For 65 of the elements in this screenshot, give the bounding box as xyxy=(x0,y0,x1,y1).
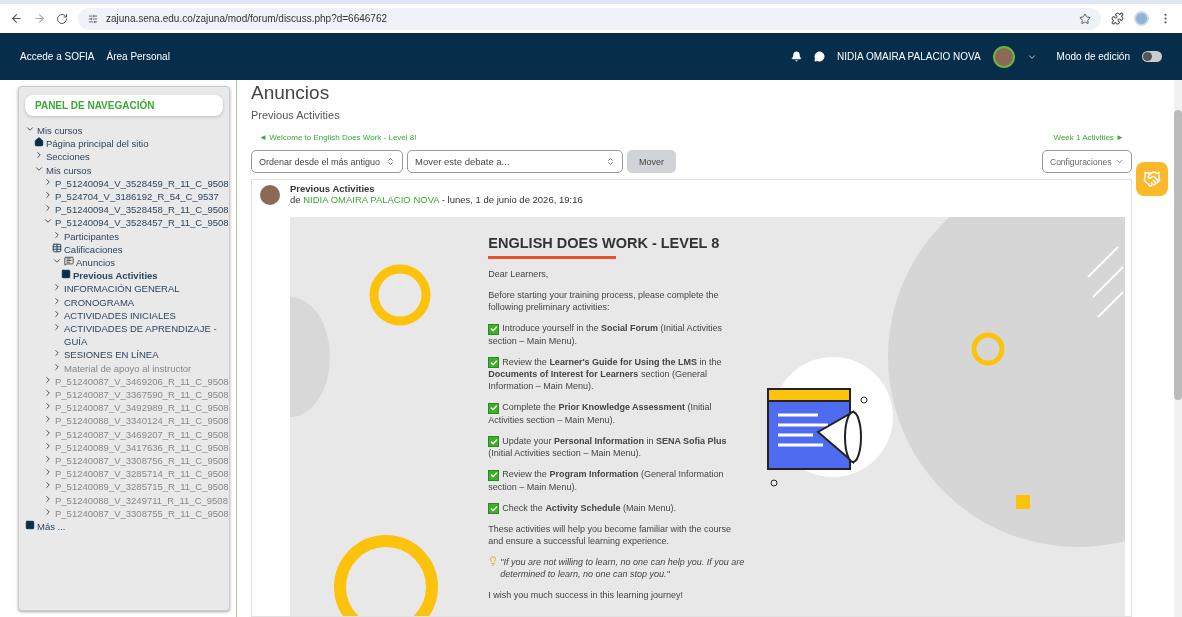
address-bar[interactable]: zajuna.sena.edu.co/zajuna/mod/forum/discuss.php?d=6646762 xyxy=(78,7,1101,30)
nav-link[interactable]: Área Personal xyxy=(106,51,170,62)
banner-heading: ENGLISH DOES WORK - LEVEL 8 xyxy=(488,237,721,249)
home-icon xyxy=(34,137,44,148)
user-name[interactable]: NIDIA OMAIRA PALACIO NOVA xyxy=(837,51,981,62)
puzzle-icon[interactable] xyxy=(1111,12,1124,25)
tree-item[interactable]: P_51240094_V_3528459_R_11_C_9508 xyxy=(55,176,229,190)
user-avatar xyxy=(992,45,1015,68)
tree-item[interactable]: P_524704_V_3186192_R_54_C_9537 xyxy=(55,190,219,204)
edit-mode-toggle[interactable] xyxy=(1142,51,1162,62)
chevron-down-icon xyxy=(1115,157,1124,166)
author-avatar xyxy=(258,183,282,207)
updown-icon xyxy=(386,157,395,166)
square-icon xyxy=(25,520,35,531)
updown-icon xyxy=(606,157,615,166)
closing-text: These activities will help you become familiar with the course and ensure a successful learning experience. xyxy=(488,523,732,547)
move-select[interactable]: Mover este debate a... xyxy=(407,150,623,173)
sort-select[interactable]: Ordenar desde el más antiguo xyxy=(251,150,403,173)
reload-icon[interactable] xyxy=(56,12,68,25)
tree-item[interactable]: INFORMACIÓN GENERAL xyxy=(64,282,180,296)
checklist-item: Update your Personal Information in SENA Sofia Plus (Initial Activities section – Main Menu). xyxy=(488,434,728,459)
handshake-icon xyxy=(1143,170,1161,188)
scrollbar-thumb[interactable] xyxy=(1174,110,1182,400)
tree-item[interactable]: CRONOGRAMA xyxy=(64,295,135,309)
tree-item[interactable]: Secciones xyxy=(46,150,90,164)
chat-icon[interactable] xyxy=(814,51,826,62)
back-icon[interactable] xyxy=(10,12,23,25)
lightbulb-icon xyxy=(488,556,499,566)
settings-dropdown[interactable]: Configuraciones xyxy=(1042,150,1132,173)
tree-item[interactable]: Participantes xyxy=(64,229,119,243)
square-icon xyxy=(61,269,71,280)
bell-icon[interactable] xyxy=(791,51,803,62)
star-icon[interactable] xyxy=(1079,12,1091,25)
url-text: zajuna.sena.edu.co/zajuna/mod/forum/discuss.php?d=6646762 xyxy=(106,13,388,24)
tree-item[interactable]: Calificaciones xyxy=(64,242,123,257)
tree-item[interactable]: Mis cursos xyxy=(46,163,92,177)
forum-icon xyxy=(64,256,74,267)
page-subtitle: Previous Activities xyxy=(251,109,341,121)
checklist-item: Introduce yourself in the Social Forum (Initial Activities section – Main Menu). xyxy=(488,322,723,347)
panel-title: PANEL DE NAVEGACIÓN xyxy=(25,95,223,116)
farewell-text: I wish you much success in this learning journey! xyxy=(488,589,684,601)
tree-item[interactable]: SESIONES EN LÍNEA xyxy=(64,348,159,362)
tree-item[interactable]: Más ... xyxy=(37,520,66,534)
table-icon xyxy=(52,242,62,253)
intro-text: Before starting your training process, please complete the following preliminary activities: xyxy=(488,289,720,313)
checklist-item: Complete the Prior Knowledge Assessment (Initial Activities section – Main Menu). xyxy=(488,401,713,426)
greeting-text: Dear Learners, xyxy=(488,268,550,280)
post-title: Previous Activities xyxy=(290,183,376,194)
tree-item[interactable]: Página principal del sitio xyxy=(46,137,149,151)
nav-link[interactable]: Accede a SOFIA xyxy=(20,51,95,62)
tree-item[interactable]: Mis cursos xyxy=(37,124,83,138)
tree-item[interactable]: ACTIVIDADES INICIALES xyxy=(64,308,176,323)
edit-mode-label: Modo de edición xyxy=(1056,51,1130,62)
quote-text: "If you are not willing to learn, no one can help you. If you are determined to learn, no one can stop you." xyxy=(500,556,746,580)
tree-item[interactable]: P_51240094_V_3528458_R_11_C_9508 xyxy=(55,203,229,217)
checklist-item: Check the Activity Schedule (Main Menu). xyxy=(488,501,749,514)
checklist-item: Review the Program Information (General Information section – Main Menu). xyxy=(488,468,725,493)
tree-item[interactable]: ACTIVIDADES DE APRENDIZAJE - GUÍA xyxy=(64,322,223,349)
page-title: Anuncios xyxy=(251,82,331,104)
checklist-item: Review the Learner's Guide for Using the LMS in the Documents of Interest for Learners section (General Information – Main Menu). xyxy=(488,355,723,392)
tree-item[interactable]: Anuncios xyxy=(76,256,116,270)
tree-item[interactable]: Previous Activities xyxy=(73,269,158,283)
tree-item[interactable]: P_51240094_V_3528457_R_11_C_9508 xyxy=(55,216,229,230)
site-settings-icon xyxy=(88,13,98,24)
post-meta: de NIDIA OMAIRA PALACIO NOVA - lunes, 1 de junio de 2026, 19:16 xyxy=(290,194,583,205)
